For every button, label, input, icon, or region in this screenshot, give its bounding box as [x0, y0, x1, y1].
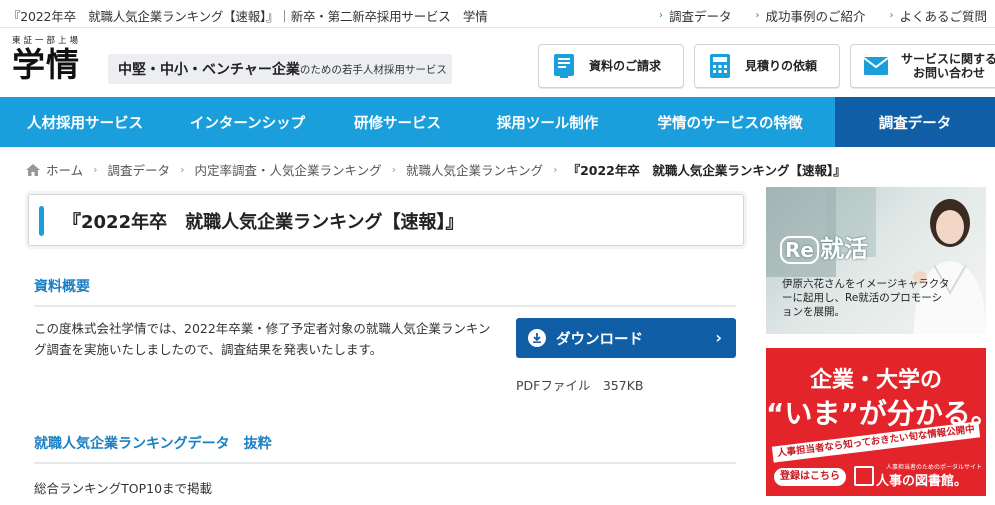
- reshukatsu-banner-text: 伊原六花さんをイメージキャラクターに起用し、Re就活のプロモーションを展開。: [782, 278, 950, 318]
- download-button[interactable]: ダウンロード ›: [516, 318, 736, 358]
- top-link-research-data[interactable]: › 調査データ: [659, 6, 732, 25]
- breadcrumb-popular-ranking[interactable]: 就職人気企業ランキング: [406, 160, 543, 179]
- breadcrumb-ranking-survey[interactable]: 内定率調査・人気企業ランキング: [194, 160, 381, 179]
- overview-text: この度株式会社学情では、2022年卒業・修了予定者対象の就職人気企業ランキング調…: [34, 321, 491, 357]
- nav-item-features[interactable]: 学情のサービスの特徴: [625, 97, 835, 147]
- top-link-faq[interactable]: › よくあるご質問: [889, 6, 987, 25]
- chevron-right-icon: ›: [391, 163, 397, 176]
- banner-brand: 人事の図書館。: [876, 474, 968, 489]
- mail-icon: [863, 53, 889, 79]
- reshukatsu-banner[interactable]: Re 就活 伊原六花さんをイメージキャラクターに起用し、Re就活のプロモーションを…: [766, 187, 986, 334]
- overview-heading: 資料概要: [34, 276, 736, 307]
- nav-item-recruitment[interactable]: 人材採用サービス: [0, 97, 170, 147]
- nav-item-training[interactable]: 研修サービス: [325, 97, 470, 147]
- banner-headline-1: 企業・大学の: [809, 368, 942, 393]
- ranking-heading: 就職人気企業ランキングデータ 抜粋: [34, 433, 736, 464]
- chevron-right-icon: ›: [715, 328, 722, 347]
- document-icon: [551, 53, 577, 79]
- nav-item-tool-production[interactable]: 採用ツール制作: [470, 97, 625, 147]
- breadcrumb-home[interactable]: ホーム: [26, 160, 83, 179]
- top-link-case-studies[interactable]: › 成功事例のご紹介: [755, 6, 865, 25]
- calculator-icon: [707, 53, 733, 79]
- site-logo[interactable]: 東証一部上場 学情: [12, 34, 102, 84]
- breadcrumb-current: 『2022年卒 就職人気企業ランキング【速報】』: [567, 163, 846, 178]
- chevron-right-icon: ›: [658, 10, 663, 21]
- download-label: ダウンロード: [556, 331, 643, 348]
- chevron-right-icon: ›: [889, 10, 894, 21]
- top-bar: 『2022年卒 就職人気企業ランキング【速報】』｜新卒・第二新卒採用サービス 学…: [0, 0, 995, 28]
- tagline: 中堅・中小・ベンチャー企業 のための若手人材採用サービス: [108, 54, 452, 84]
- chevron-right-icon: ›: [180, 163, 185, 176]
- site-header: 東証一部上場 学情 中堅・中小・ベンチャー企業 のための若手人材採用サービス 資…: [0, 30, 995, 98]
- breadcrumb-research-data[interactable]: 調査データ: [108, 160, 171, 179]
- file-info: PDFファイル 357KB: [516, 378, 644, 393]
- contact-button[interactable]: サービスに関する お問い合わせ: [850, 44, 995, 88]
- tagline-rest: のための若手人材採用サービス: [299, 63, 447, 76]
- tagline-strong: 中堅・中小・ベンチャー企業: [118, 62, 300, 78]
- page-title: 『2022年卒 就職人気企業ランキング【速報】』: [63, 212, 464, 233]
- chevron-right-icon: ›: [93, 163, 98, 176]
- download-icon: [528, 329, 546, 347]
- breadcrumb: ホーム › 調査データ › 内定率調査・人気企業ランキング › 就職人気企業ラン…: [26, 160, 846, 179]
- chevron-right-icon: ›: [553, 163, 558, 176]
- page-heading-text: 『2022年卒 就職人気企業ランキング【速報】』｜新卒・第二新卒採用サービス 学…: [8, 9, 488, 24]
- page-title-box: 『2022年卒 就職人気企業ランキング【速報】』: [28, 194, 744, 246]
- quote-request-button[interactable]: 見積りの依頼: [694, 44, 840, 88]
- chevron-right-icon: ›: [755, 10, 760, 21]
- request-materials-button[interactable]: 資料のご請求: [538, 44, 684, 88]
- main-nav: 人材採用サービス インターンシップ 研修サービス 採用ツール制作 学情のサービス…: [0, 97, 995, 147]
- ranking-text: 総合ランキングTOP10まで掲載: [34, 481, 213, 496]
- library-icon: [854, 466, 874, 486]
- register-button[interactable]: 登録はこちら: [774, 468, 846, 486]
- reshukatsu-logo: Re 就活: [780, 229, 868, 264]
- title-accent-bar: [39, 206, 44, 236]
- top-links: › 調査データ › 成功事例のご紹介 › よくあるご質問: [635, 6, 995, 25]
- home-icon: [26, 163, 40, 176]
- logo-text: 学情: [12, 45, 80, 84]
- hr-library-banner[interactable]: 企業・大学の “いま”が分かる。 人事担当者なら知っておきたい旬な情報公開中 登…: [766, 348, 986, 496]
- nav-item-research-data[interactable]: 調査データ: [835, 97, 995, 147]
- nav-item-internship[interactable]: インターンシップ: [170, 97, 325, 147]
